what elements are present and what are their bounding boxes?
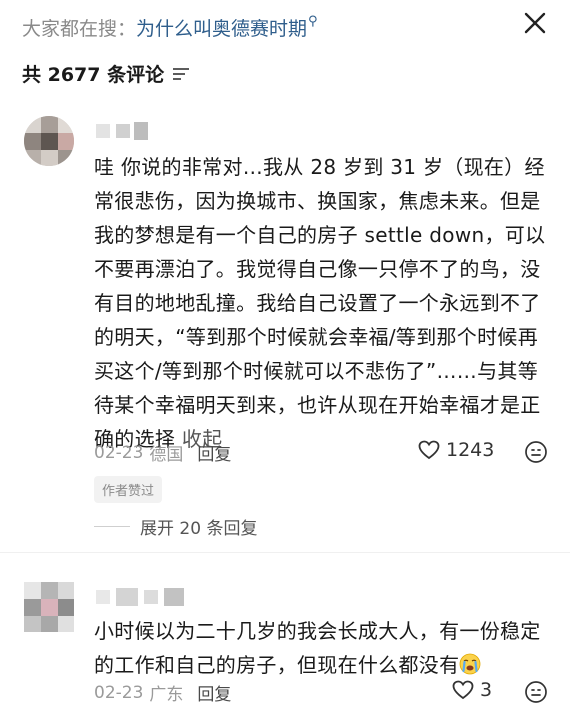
close-icon[interactable]	[522, 10, 548, 36]
author-liked-badge: 作者赞过	[94, 476, 163, 503]
search-icon: ⚲	[308, 14, 318, 29]
reply-button[interactable]: 回复	[197, 440, 231, 465]
like-count: 1243	[446, 439, 495, 461]
comment-meta: 02-23 广东 回复	[94, 680, 231, 706]
search-suggestion[interactable]: 大家都在搜：为什么叫奥德赛时期⚲	[22, 14, 318, 41]
reply-button[interactable]: 回复	[197, 680, 231, 705]
emoji-reaction-icon[interactable]	[524, 440, 548, 464]
comment-text: 哇 你说的非常对…我从 28 岁到 31 岁（现在）经常很悲伤，因为换城市、换国…	[94, 155, 546, 451]
comment-location: 广东	[149, 685, 184, 705]
username-blurred[interactable]	[96, 586, 206, 608]
expand-replies-label: 展开 20 条回复	[140, 519, 258, 539]
like-button[interactable]: 1243	[418, 439, 494, 461]
emoji-reaction-icon[interactable]	[524, 680, 548, 704]
crying-face-icon	[460, 653, 481, 675]
username-blurred[interactable]	[96, 120, 176, 142]
avatar[interactable]	[24, 582, 74, 632]
comment-text: 小时候以为二十几岁的我会长成大人，有一份稳定的工作和自己的房子，但现在什么都没有	[94, 619, 541, 677]
comment-date: 02-23	[94, 442, 144, 463]
expand-replies-button[interactable]: 展开 20 条回复	[94, 514, 257, 539]
sort-icon[interactable]	[172, 67, 190, 81]
heart-icon	[418, 440, 440, 460]
like-count: 3	[480, 679, 493, 701]
search-prefix-label: 大家都在搜：	[22, 18, 137, 40]
comment-divider	[0, 552, 570, 553]
comment-date: 02-23	[94, 682, 144, 703]
expand-line	[94, 526, 130, 527]
comment-meta: 02-23 德国 回复	[94, 440, 231, 466]
comment-count: 共 2677 条评论	[22, 60, 190, 87]
comment-location: 德国	[149, 445, 184, 465]
comment-count-label: 共 2677 条评论	[22, 64, 165, 86]
avatar[interactable]	[24, 116, 74, 166]
top-bar: 大家都在搜：为什么叫奥德赛时期⚲	[0, 0, 570, 48]
like-button[interactable]: 3	[452, 679, 492, 701]
search-query-link[interactable]: 为什么叫奥德赛时期	[136, 18, 307, 40]
heart-icon	[452, 680, 474, 700]
